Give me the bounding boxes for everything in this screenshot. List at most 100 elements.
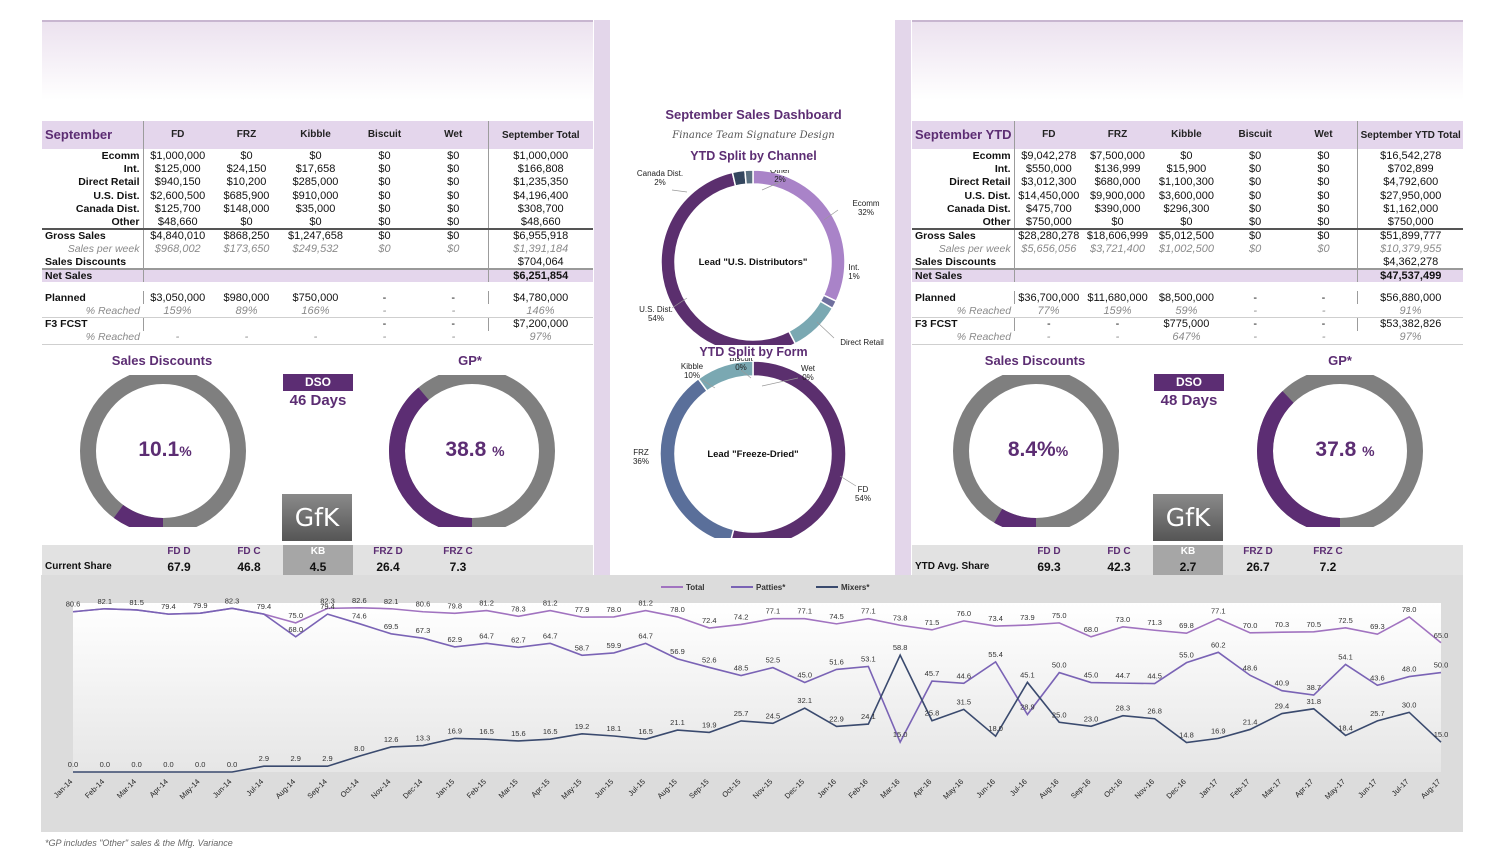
data-label: 58.8 bbox=[893, 643, 908, 652]
share-value: 2.7 bbox=[1179, 560, 1197, 574]
table-row: U.S. Dist. $2,600,500 $685,900 $910,000 $0 $0… bbox=[42, 188, 593, 203]
x-tick-label: Mar-15 bbox=[497, 777, 520, 800]
table-cell: $24,150 bbox=[226, 162, 267, 175]
data-label: 70.5 bbox=[1306, 620, 1321, 629]
gp-value: 38.8 % bbox=[445, 438, 505, 461]
table-cell: $0 bbox=[309, 149, 322, 162]
table-cell: $3,012,300 bbox=[1013, 175, 1084, 189]
slice-pct: 10% bbox=[684, 371, 700, 380]
table-cell: $750,000 bbox=[1013, 215, 1084, 230]
table-cell: $4,792,600 bbox=[1357, 175, 1463, 189]
data-label: 54.1 bbox=[1338, 652, 1353, 661]
donut-center-label: Lead "Freeze-Dried" bbox=[707, 449, 798, 460]
table-cell: - bbox=[1014, 330, 1084, 345]
data-label: 23.0 bbox=[1084, 714, 1099, 723]
table-row: Ecomm $1,000,000 $0 $0 $0 $0 $1,000,000 bbox=[42, 149, 593, 163]
table-cell: $0 bbox=[1180, 149, 1193, 162]
gfk-logo-ytd: GfK bbox=[1153, 494, 1223, 541]
data-label: 44.6 bbox=[956, 671, 971, 680]
x-tick-label: Dec-15 bbox=[783, 777, 806, 800]
table-cell: $0 bbox=[447, 149, 460, 162]
x-tick-label: Jan-17 bbox=[1197, 777, 1220, 800]
table-row: Direct Retail $940,150 $10,200 $285,000 $0 $0… bbox=[42, 175, 593, 189]
table-row: Int. $125,000 $24,150 $17,658 $0 $0 $166,808 bbox=[42, 162, 593, 176]
x-tick-label: Mar-16 bbox=[878, 777, 901, 800]
table-cell: $0 bbox=[1317, 176, 1330, 189]
table-row: Planned $3,050,000 $980,000 $750,000 - - $4,78… bbox=[42, 290, 593, 305]
table-cell: - bbox=[1013, 317, 1084, 331]
row-label: Other bbox=[912, 215, 1015, 230]
data-label: 2.9 bbox=[322, 754, 332, 763]
row-label: Canada Dist. bbox=[946, 202, 1011, 215]
row-label: Direct Retail bbox=[78, 176, 140, 189]
row-label: Planned bbox=[915, 291, 956, 304]
x-tick-label: Aug-14 bbox=[274, 777, 297, 800]
table-cell: 89% bbox=[212, 304, 281, 319]
table-cell: $125,000 bbox=[142, 162, 212, 176]
table-cell: - bbox=[1289, 330, 1358, 345]
column-header: Kibble bbox=[281, 121, 350, 149]
table-cell: $1,002,500 bbox=[1158, 242, 1214, 255]
column-header: Biscuit bbox=[1220, 121, 1290, 149]
spacer-row bbox=[42, 282, 593, 291]
table-cell: 166% bbox=[281, 304, 350, 319]
data-label: 30.0 bbox=[1402, 700, 1417, 709]
data-label: 16.9 bbox=[447, 726, 462, 735]
table-cell: $0 bbox=[447, 189, 460, 202]
share-header: FRZ D bbox=[1243, 546, 1273, 557]
data-label: 16.5 bbox=[479, 727, 494, 736]
table-cell: $0 bbox=[1317, 202, 1330, 215]
share-header: FRZ D bbox=[373, 546, 403, 557]
data-label: 25.0 bbox=[1052, 710, 1067, 719]
column-header: Wet bbox=[419, 121, 488, 149]
table-cell: $0 bbox=[350, 215, 419, 230]
data-label: 72.5 bbox=[1338, 616, 1353, 625]
row-label: Ecomm bbox=[101, 149, 140, 162]
column-header: FRZ bbox=[1083, 121, 1152, 149]
data-label: 64.7 bbox=[479, 631, 494, 640]
table-row: Ecomm $9,042,278 $7,500,000 $0 $0 $0 $16,542,2… bbox=[912, 149, 1463, 163]
row-label: Sales per week bbox=[938, 242, 1011, 255]
table-cell: 159% bbox=[1083, 304, 1152, 319]
donut-slice bbox=[752, 170, 846, 303]
data-label: 60.2 bbox=[1211, 640, 1226, 649]
data-label: 25.7 bbox=[734, 709, 749, 718]
table-cell: 159% bbox=[143, 304, 212, 319]
table-cell: $1,000,000 bbox=[487, 149, 593, 163]
dso-days-ytd: 48 Days bbox=[1160, 392, 1218, 409]
data-label: 78.0 bbox=[670, 605, 685, 614]
data-label: 62.9 bbox=[447, 635, 462, 644]
x-tick-label: Sep-16 bbox=[1069, 777, 1092, 800]
table-cell: $15,900 bbox=[1166, 162, 1207, 175]
table-cell: $0 bbox=[378, 176, 391, 189]
table-cell: $3,050,000 bbox=[142, 290, 212, 305]
data-label: 16.9 bbox=[1211, 726, 1226, 735]
table-cell: $8,500,000 bbox=[1158, 291, 1214, 304]
sales-discounts-value: 10.1% bbox=[138, 438, 192, 461]
table-row: % Reached - - - - -97% bbox=[42, 330, 593, 345]
data-label: 24.1 bbox=[861, 712, 876, 721]
share-header: FD C bbox=[1107, 546, 1131, 557]
table-cell: - bbox=[1083, 330, 1152, 345]
slice-label: Ecomm bbox=[852, 199, 879, 208]
table-cell: $1,235,350 bbox=[487, 175, 593, 189]
table-cell: $0 bbox=[1249, 149, 1262, 162]
table-cell: 97% bbox=[1357, 330, 1463, 345]
table-row: Direct Retail $3,012,300 $680,000 $1,100,30… bbox=[912, 175, 1463, 189]
table-cell: $35,000 bbox=[295, 202, 336, 215]
row-label: U.S. Dist. bbox=[93, 189, 140, 202]
data-label: 52.5 bbox=[766, 656, 781, 665]
table-cell: $0 bbox=[1289, 215, 1358, 230]
x-tick-label: Nov-16 bbox=[1133, 777, 1156, 800]
x-tick-label: Jun-15 bbox=[593, 777, 616, 800]
table-cell: $0 bbox=[378, 149, 391, 162]
row-label: F3 FCST bbox=[915, 318, 958, 331]
table-cell: - bbox=[143, 330, 212, 345]
data-label: 81.2 bbox=[543, 599, 558, 608]
sales-discounts-title: Sales Discounts bbox=[111, 353, 213, 368]
x-tick-label: Apr-16 bbox=[911, 777, 933, 799]
data-label: 52.6 bbox=[702, 655, 717, 664]
table-cell: $249,532 bbox=[292, 242, 339, 255]
data-label: 21.1 bbox=[670, 718, 685, 727]
row-label: Net Sales bbox=[912, 267, 1015, 282]
